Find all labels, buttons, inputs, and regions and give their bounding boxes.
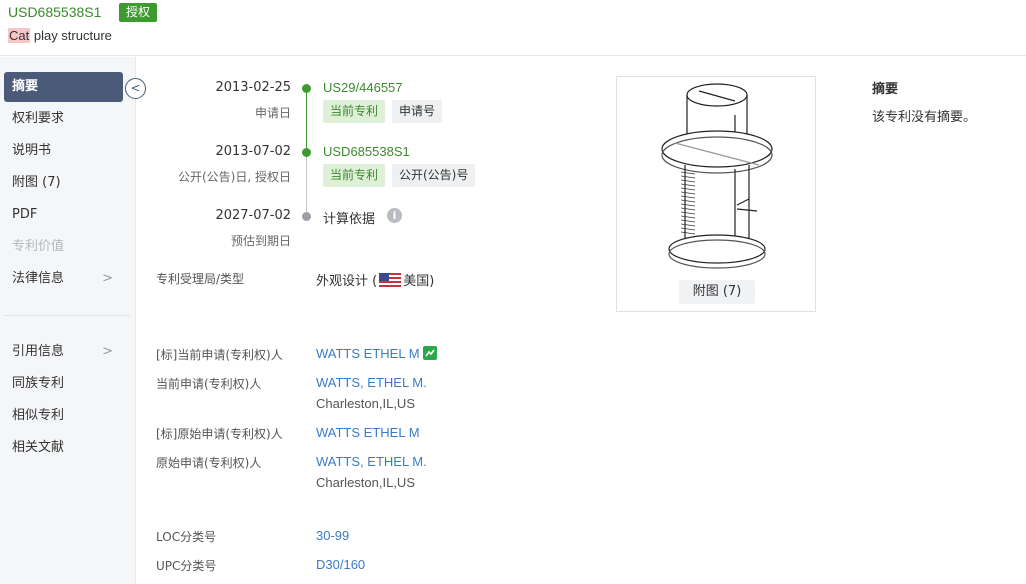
- drawing-thumbnail[interactable]: 附图 (7): [616, 76, 816, 312]
- title-highlight: Cat: [8, 28, 31, 43]
- company-profile-icon[interactable]: [422, 346, 437, 360]
- timeline-dot: [302, 84, 311, 93]
- sidebar-nav: 摘要 权利要求 说明书 附图 (7) PDF 专利价值 法律信息 > 引用信息 > …: [0, 57, 136, 584]
- timeline-dot: [302, 148, 311, 157]
- patent-header: USD685538S1 授权 Cat play structure: [0, 0, 1026, 56]
- std-current-applicant-label: [标]当前申请(专利权)人: [156, 348, 283, 362]
- original-applicant[interactable]: WATTS, ETHEL M.: [316, 454, 427, 469]
- abstract-text: 该专利没有摘要。: [872, 110, 977, 125]
- expiry-date: 2027-07-02: [215, 208, 291, 223]
- current-patent-tag: 当前专利: [323, 100, 386, 123]
- publication-date: 2013-07-02: [215, 144, 291, 159]
- expiry-date-label: 预估到期日: [230, 234, 291, 248]
- sidebar-item-similar[interactable]: 相似专利: [4, 401, 123, 431]
- patent-title: Cat play structure: [8, 28, 112, 43]
- timeline-line: [306, 157, 307, 212]
- current-applicant-address: Charleston,IL,US: [316, 396, 415, 411]
- std-current-applicant[interactable]: WATTS ETHEL M: [316, 346, 437, 361]
- sidebar-item-description[interactable]: 说明书: [4, 136, 123, 166]
- current-applicant[interactable]: WATTS, ETHEL M.: [316, 375, 427, 390]
- publication-number-tag: 公开(公告)号: [392, 164, 476, 187]
- std-original-applicant[interactable]: WATTS ETHEL M: [316, 425, 420, 440]
- us-flag-icon: [379, 273, 402, 287]
- calculation-basis: 计算依据: [323, 212, 376, 227]
- application-date: 2013-02-25: [215, 80, 291, 95]
- current-applicant-label: 当前申请(专利权)人: [156, 377, 262, 391]
- std-original-applicant-label: [标]原始申请(专利权)人: [156, 427, 283, 441]
- sidebar-divider: [4, 315, 130, 316]
- sidebar-item-claims[interactable]: 权利要求: [4, 104, 123, 134]
- upc-value[interactable]: D30/160: [316, 557, 365, 572]
- patent-drawing: [661, 83, 773, 269]
- timeline-line: [306, 93, 307, 148]
- office-type-label: 专利受理局/类型: [156, 272, 245, 286]
- application-number-link[interactable]: US29/446557: [323, 80, 403, 95]
- current-patent-tag: 当前专利: [323, 164, 386, 187]
- abstract-title: 摘要: [872, 82, 899, 97]
- status-badge: 授权: [119, 3, 158, 22]
- patent-number: USD685538S1: [8, 4, 102, 20]
- sidebar-item-drawings[interactable]: 附图 (7): [4, 168, 123, 198]
- original-applicant-label: 原始申请(专利权)人: [156, 456, 262, 470]
- sidebar-item-abstract[interactable]: 摘要: [4, 72, 123, 102]
- sidebar-item-citations[interactable]: 引用信息 >: [4, 337, 123, 367]
- upc-label: UPC分类号: [156, 559, 217, 573]
- original-applicant-address: Charleston,IL,US: [316, 475, 415, 490]
- sidebar-item-related-docs[interactable]: 相关文献: [4, 433, 123, 463]
- chevron-left-icon: <: [130, 81, 141, 95]
- timeline-dot: [302, 212, 311, 221]
- drawings-button[interactable]: 附图 (7): [679, 280, 755, 304]
- application-date-label: 申请日: [254, 106, 291, 120]
- publication-number-link[interactable]: USD685538S1: [323, 144, 410, 159]
- sidebar-item-patent-value: 专利价值: [12, 239, 65, 254]
- sidebar-item-pdf[interactable]: PDF: [4, 200, 123, 230]
- info-icon[interactable]: i: [387, 208, 402, 223]
- sidebar-collapse-button[interactable]: <: [125, 78, 146, 99]
- sidebar-item-family[interactable]: 同族专利: [4, 369, 123, 399]
- loc-label: LOC分类号: [156, 530, 217, 544]
- chevron-right-icon: >: [102, 344, 113, 359]
- publication-date-label: 公开(公告)日, 授权日: [178, 170, 291, 184]
- title-rest: play structure: [30, 28, 112, 43]
- chevron-right-icon: >: [102, 271, 113, 286]
- application-number-tag: 申请号: [392, 100, 443, 123]
- loc-value[interactable]: 30-99: [316, 528, 349, 543]
- sidebar-item-legal-info[interactable]: 法律信息 >: [4, 264, 123, 294]
- office-type-value: 外观设计 ( 美国): [316, 273, 435, 289]
